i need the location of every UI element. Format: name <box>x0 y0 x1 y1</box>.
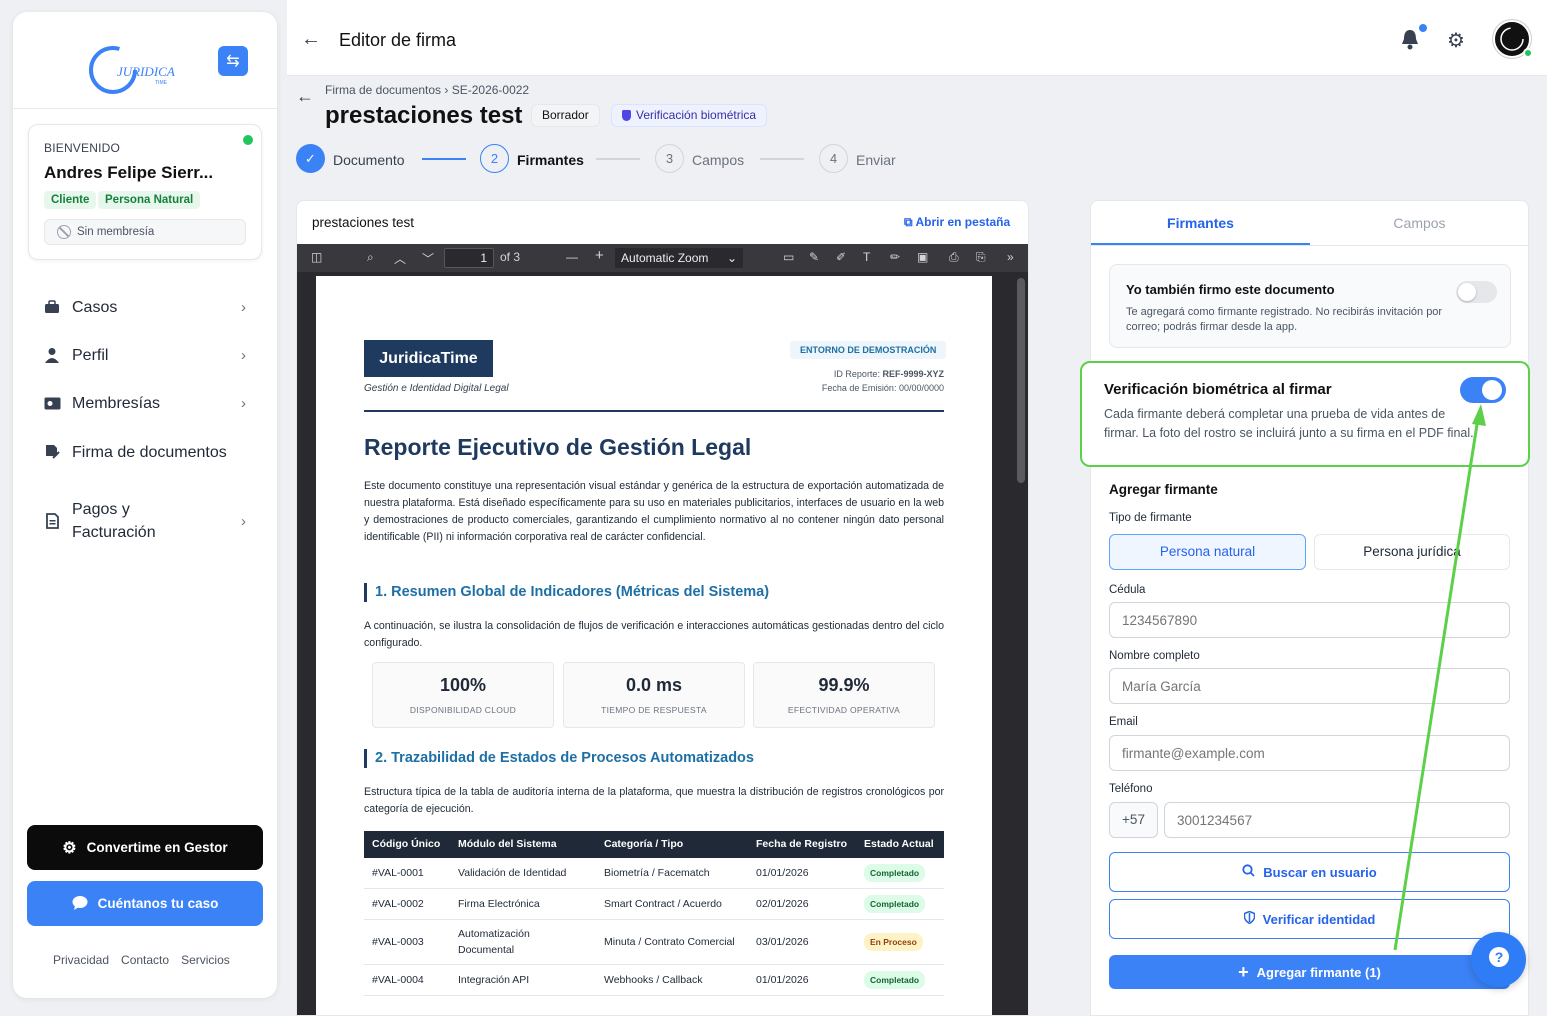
question-icon: ? <box>1487 945 1511 974</box>
svg-text:?: ? <box>1494 949 1503 965</box>
annotation-arrow <box>1393 404 1486 951</box>
help-button[interactable]: ? <box>1471 932 1526 987</box>
